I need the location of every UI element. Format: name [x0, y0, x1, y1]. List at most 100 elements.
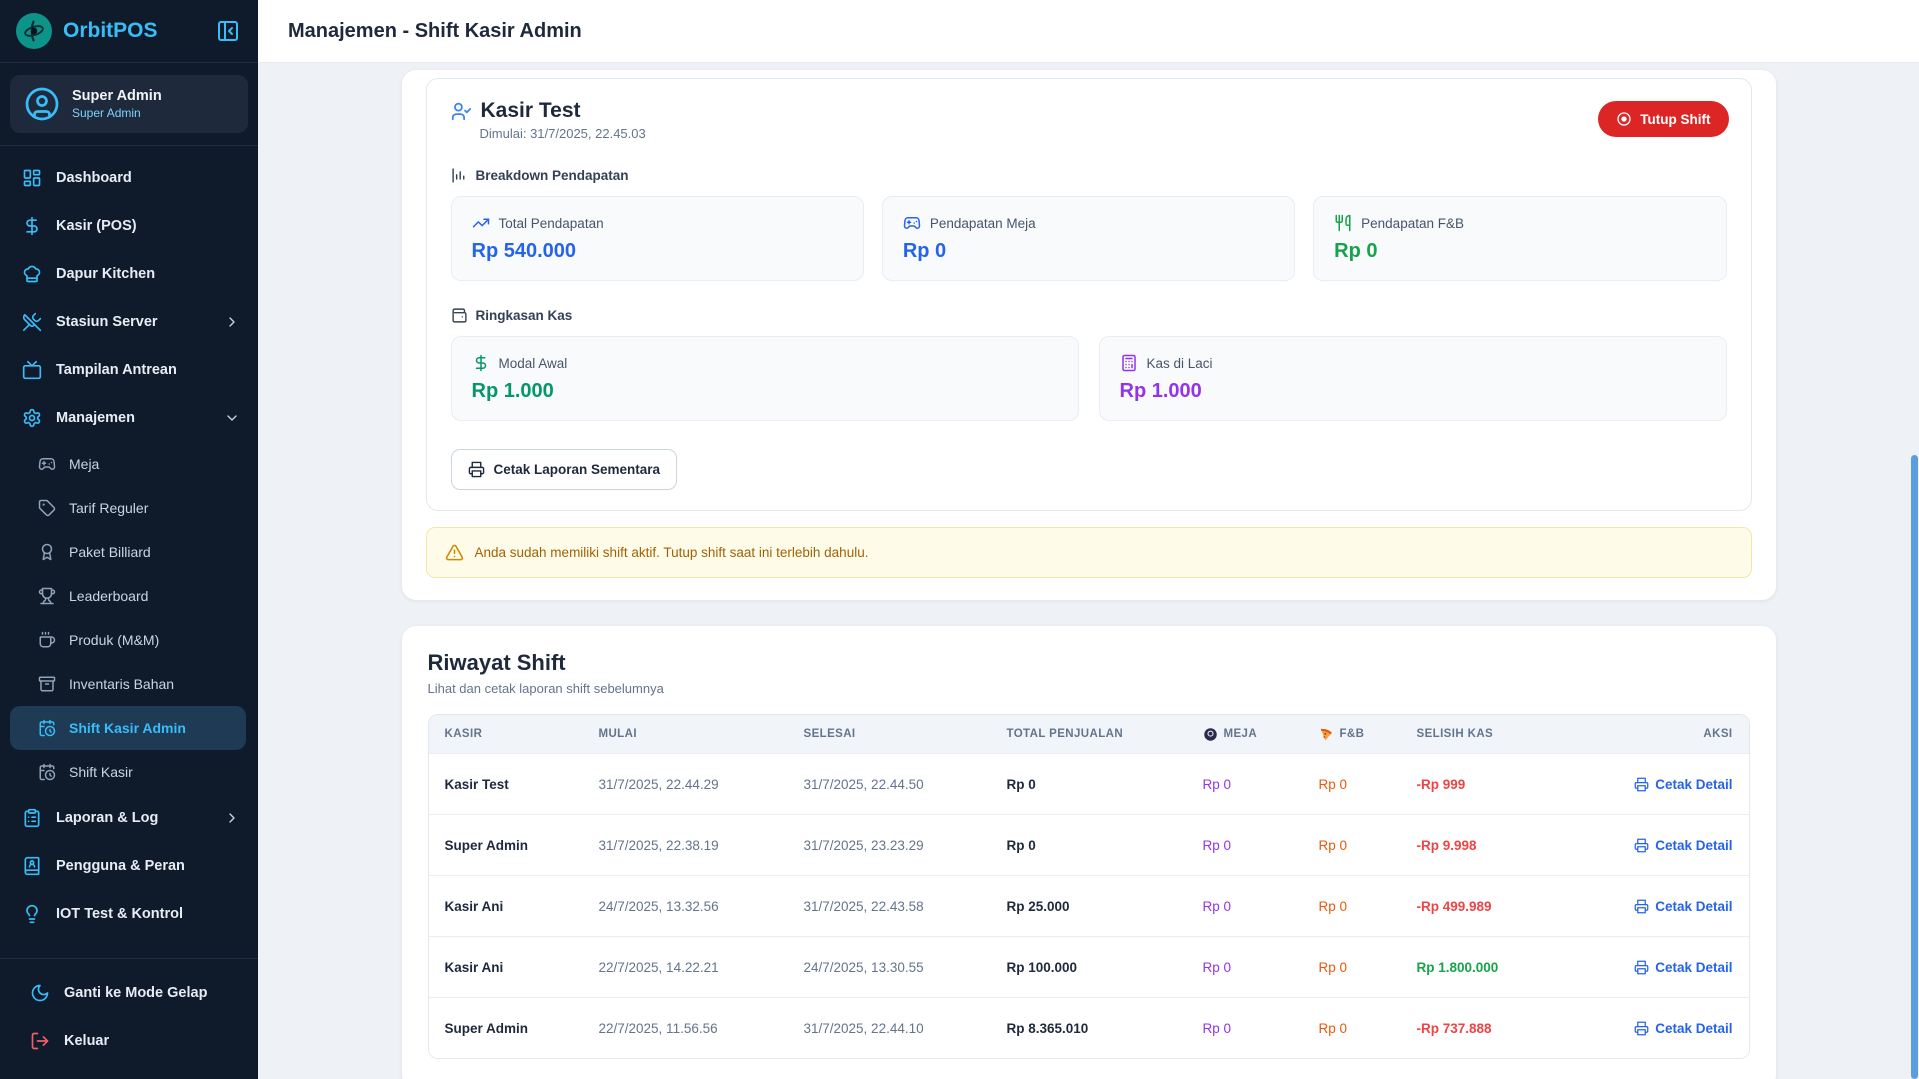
sidebar-item-meja[interactable]: Meja — [0, 442, 258, 486]
gamepad-icon — [38, 455, 56, 473]
gamepad-icon — [903, 214, 921, 232]
tag-icon — [38, 499, 56, 517]
column-header-fnb: F&B — [1319, 727, 1417, 742]
wallet-icon — [451, 307, 468, 324]
cell-fnb: Rp 0 — [1319, 960, 1417, 975]
cell-fnb: Rp 0 — [1319, 899, 1417, 914]
chevron-right-icon — [224, 314, 240, 330]
cell-selisih: -Rp 999 — [1417, 777, 1607, 792]
cell-kasir: Super Admin — [445, 1021, 599, 1036]
cetak-detail-link[interactable]: Cetak Detail — [1634, 777, 1732, 792]
sidebar-item-paket-billiard[interactable]: Paket Billiard — [0, 530, 258, 574]
cetak-detail-link[interactable]: Cetak Detail — [1634, 960, 1732, 975]
sidebar-item-iot-test-kontrol[interactable]: IOT Test & Kontrol — [0, 890, 258, 938]
stat-card-total-pendapatan: Total Pendapatan Rp 540.000 — [451, 196, 864, 281]
sidebar-item-shift-kasir[interactable]: Shift Kasir — [0, 750, 258, 794]
tutup-shift-button[interactable]: Tutup Shift — [1598, 101, 1728, 137]
sidebar-item-label: Ganti ke Mode Gelap — [64, 985, 207, 1001]
lightbulb-icon — [22, 904, 42, 924]
table-row: Kasir Test 31/7/2025, 22.44.29 31/7/2025… — [429, 753, 1749, 814]
sidebar-item-leaderboard[interactable]: Leaderboard — [0, 574, 258, 618]
cash-section-label: Ringkasan Kas — [451, 307, 1727, 324]
main-content: Kasir Test Dimulai: 31/7/2025, 22.45.03 … — [258, 63, 1919, 1079]
coffee-icon — [38, 631, 56, 649]
alert-triangle-icon — [445, 543, 464, 562]
cell-mulai: 24/7/2025, 13.32.56 — [599, 899, 804, 914]
sidebar-item-shift-kasir-admin[interactable]: Shift Kasir Admin — [10, 706, 246, 750]
sidebar-item-label: Stasiun Server — [56, 314, 158, 330]
stat-card-pendapatan-fnb: Pendapatan F&B Rp 0 — [1313, 196, 1726, 281]
riwayat-shift-section: Riwayat Shift Lihat dan cetak laporan sh… — [402, 626, 1776, 1079]
sidebar-item-stasiun-server[interactable]: Stasiun Server — [0, 298, 258, 346]
sidebar-item-inventaris-bahan[interactable]: Inventaris Bahan — [0, 662, 258, 706]
cell-selisih: -Rp 9.998 — [1417, 838, 1607, 853]
orbitpos-logo-icon — [16, 13, 52, 49]
cell-mulai: 31/7/2025, 22.44.29 — [599, 777, 804, 792]
brand-name: OrbitPOS — [63, 19, 216, 43]
cell-selesai: 31/7/2025, 22.44.50 — [804, 777, 1007, 792]
cell-mulai: 22/7/2025, 11.56.56 — [599, 1021, 804, 1036]
table-row: Kasir Ani 22/7/2025, 14.22.21 24/7/2025,… — [429, 936, 1749, 997]
dark-mode-toggle[interactable]: Ganti ke Mode Gelap — [0, 969, 258, 1017]
cell-selisih: Rp 1.800.000 — [1417, 960, 1607, 975]
cell-meja: Rp 0 — [1203, 838, 1319, 853]
sidebar-item-tampilan-antrean[interactable]: Tampilan Antrean — [0, 346, 258, 394]
riwayat-title: Riwayat Shift — [428, 650, 1750, 676]
sidebar-item-produk-mm[interactable]: Produk (M&M) — [0, 618, 258, 662]
sidebar-item-kasir-pos[interactable]: Kasir (POS) — [0, 202, 258, 250]
logout-button[interactable]: Keluar — [0, 1017, 258, 1065]
sidebar-item-tarif-reguler[interactable]: Tarif Reguler — [0, 486, 258, 530]
warning-text: Anda sudah memiliki shift aktif. Tutup s… — [475, 545, 869, 560]
riwayat-subtitle: Lihat dan cetak laporan shift sebelumnya — [428, 681, 1750, 696]
cetak-laporan-sementara-button[interactable]: Cetak Laporan Sementara — [451, 449, 678, 490]
collapse-sidebar-icon[interactable] — [216, 19, 240, 43]
scrollbar-thumb[interactable] — [1911, 455, 1918, 1079]
cell-total: Rp 8.365.010 — [1007, 1021, 1203, 1036]
chevron-down-icon — [224, 410, 240, 426]
sidebar-item-label: Produk (M&M) — [69, 632, 159, 648]
sidebar-item-label: Tarif Reguler — [69, 500, 148, 516]
active-shift-card: Kasir Test Dimulai: 31/7/2025, 22.45.03 … — [426, 78, 1752, 511]
active-shift-warning: Anda sudah memiliki shift aktif. Tutup s… — [426, 527, 1752, 578]
sidebar-item-dapur-kitchen[interactable]: Dapur Kitchen — [0, 250, 258, 298]
pizza-icon — [1319, 727, 1334, 742]
active-shift-section: Kasir Test Dimulai: 31/7/2025, 22.45.03 … — [402, 70, 1776, 600]
stat-value: Rp 0 — [903, 240, 1274, 263]
sidebar-item-pengguna-peran[interactable]: Pengguna & Peran — [0, 842, 258, 890]
column-header-selesai: SELESAI — [804, 728, 1007, 740]
sidebar-item-manajemen[interactable]: Manajemen — [0, 394, 258, 442]
cell-fnb: Rp 0 — [1319, 777, 1417, 792]
sidebar-item-label: Inventaris Bahan — [69, 676, 174, 692]
cell-mulai: 31/7/2025, 22.38.19 — [599, 838, 804, 853]
cell-total: Rp 0 — [1007, 838, 1203, 853]
user-check-icon — [451, 101, 472, 122]
tv-icon — [22, 360, 42, 380]
sidebar-item-label: Laporan & Log — [56, 810, 158, 826]
cetak-detail-link[interactable]: Cetak Detail — [1634, 1021, 1732, 1036]
cell-kasir: Kasir Test — [445, 777, 599, 792]
stat-value: Rp 1.000 — [1120, 380, 1706, 403]
sidebar-footer: Ganti ke Mode Gelap Keluar — [0, 958, 258, 1079]
calculator-icon — [1120, 354, 1138, 372]
cetak-detail-link[interactable]: Cetak Detail — [1634, 899, 1732, 914]
calendar-clock-icon — [38, 719, 56, 737]
gear-icon — [22, 408, 42, 428]
printer-icon — [1634, 1021, 1649, 1036]
printer-icon — [468, 461, 485, 478]
bar-chart-icon — [451, 167, 468, 184]
sidebar-item-label: Kasir (POS) — [56, 218, 137, 234]
sidebar-item-label: Leaderboard — [69, 588, 148, 604]
tutup-shift-label: Tutup Shift — [1640, 112, 1710, 127]
cell-meja: Rp 0 — [1203, 777, 1319, 792]
sidebar-item-label: Meja — [69, 456, 99, 472]
sidebar-item-label: Dapur Kitchen — [56, 266, 155, 282]
stop-circle-icon — [1616, 111, 1632, 127]
sidebar-item-laporan-log[interactable]: Laporan & Log — [0, 794, 258, 842]
cetak-detail-link[interactable]: Cetak Detail — [1634, 838, 1732, 853]
stat-value: Rp 540.000 — [472, 240, 843, 263]
sidebar-item-dashboard[interactable]: Dashboard — [0, 154, 258, 202]
medal-icon — [38, 543, 56, 561]
table-header-row: KASIR MULAI SELESAI TOTAL PENJUALAN MEJA… — [429, 715, 1749, 753]
user-profile-card[interactable]: Super Admin Super Admin — [10, 75, 248, 133]
utensils-icon — [1334, 214, 1352, 232]
